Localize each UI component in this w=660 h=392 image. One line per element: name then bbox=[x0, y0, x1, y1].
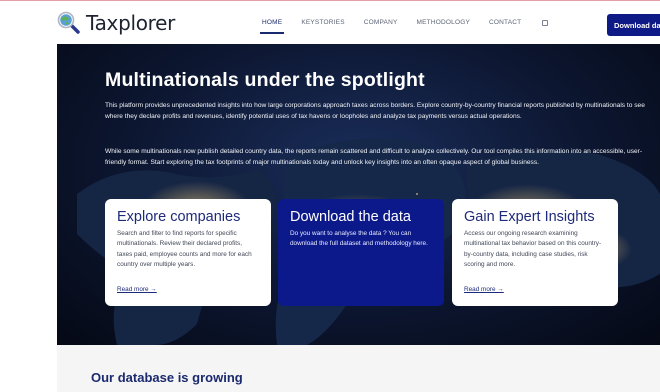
nav-contact[interactable]: CONTACT bbox=[489, 19, 521, 26]
card-title: Download the data bbox=[290, 209, 411, 225]
nav-keystories[interactable]: KEYSTORIES bbox=[301, 19, 344, 26]
card-download-data[interactable]: Download the data Do you want to analyse… bbox=[278, 199, 444, 306]
nav-methodology[interactable]: METHODOLOGY bbox=[417, 19, 470, 26]
hero-section: Multinationals under the spotlight This … bbox=[57, 44, 660, 345]
read-more-link[interactable]: Read more → bbox=[117, 286, 157, 293]
download-data-button[interactable]: Download data bbox=[607, 14, 660, 36]
hero-title: Multinationals under the spotlight bbox=[105, 69, 425, 91]
database-section: Our database is growing bbox=[57, 345, 660, 392]
search-icon[interactable] bbox=[542, 19, 549, 26]
read-more-link[interactable]: Read more → bbox=[464, 286, 504, 293]
section-title: Our database is growing bbox=[91, 370, 243, 385]
hero-intro-paragraph: This platform provides unprecedented ins… bbox=[105, 102, 645, 121]
card-expert-insights[interactable]: Gain Expert Insights Access our ongoing … bbox=[452, 199, 618, 306]
card-explore-companies[interactable]: Explore companies Search and filter to f… bbox=[105, 199, 271, 306]
nav-home[interactable]: HOME bbox=[259, 19, 285, 34]
nav-company[interactable]: COMPANY bbox=[364, 19, 398, 26]
card-title: Explore companies bbox=[117, 209, 241, 225]
main-nav: HOME KEYSTORIES COMPANY METHODOLOGY CONT… bbox=[259, 19, 549, 34]
site-header: Taxplorer HOME KEYSTORIES COMPANY METHOD… bbox=[0, 1, 660, 44]
brand-name: Taxplorer bbox=[86, 11, 176, 35]
card-title: Gain Expert Insights bbox=[464, 209, 595, 225]
magnifier-globe-icon bbox=[57, 11, 80, 34]
card-text: Do you want to analyse the data ? You ca… bbox=[290, 230, 428, 248]
card-text: Search and filter to find reports for sp… bbox=[117, 230, 252, 269]
logo[interactable]: Taxplorer bbox=[57, 11, 175, 35]
card-text: Access our ongoing research examining mu… bbox=[464, 230, 602, 269]
hero-secondary-paragraph: While some multinationals now publish de… bbox=[105, 148, 643, 167]
